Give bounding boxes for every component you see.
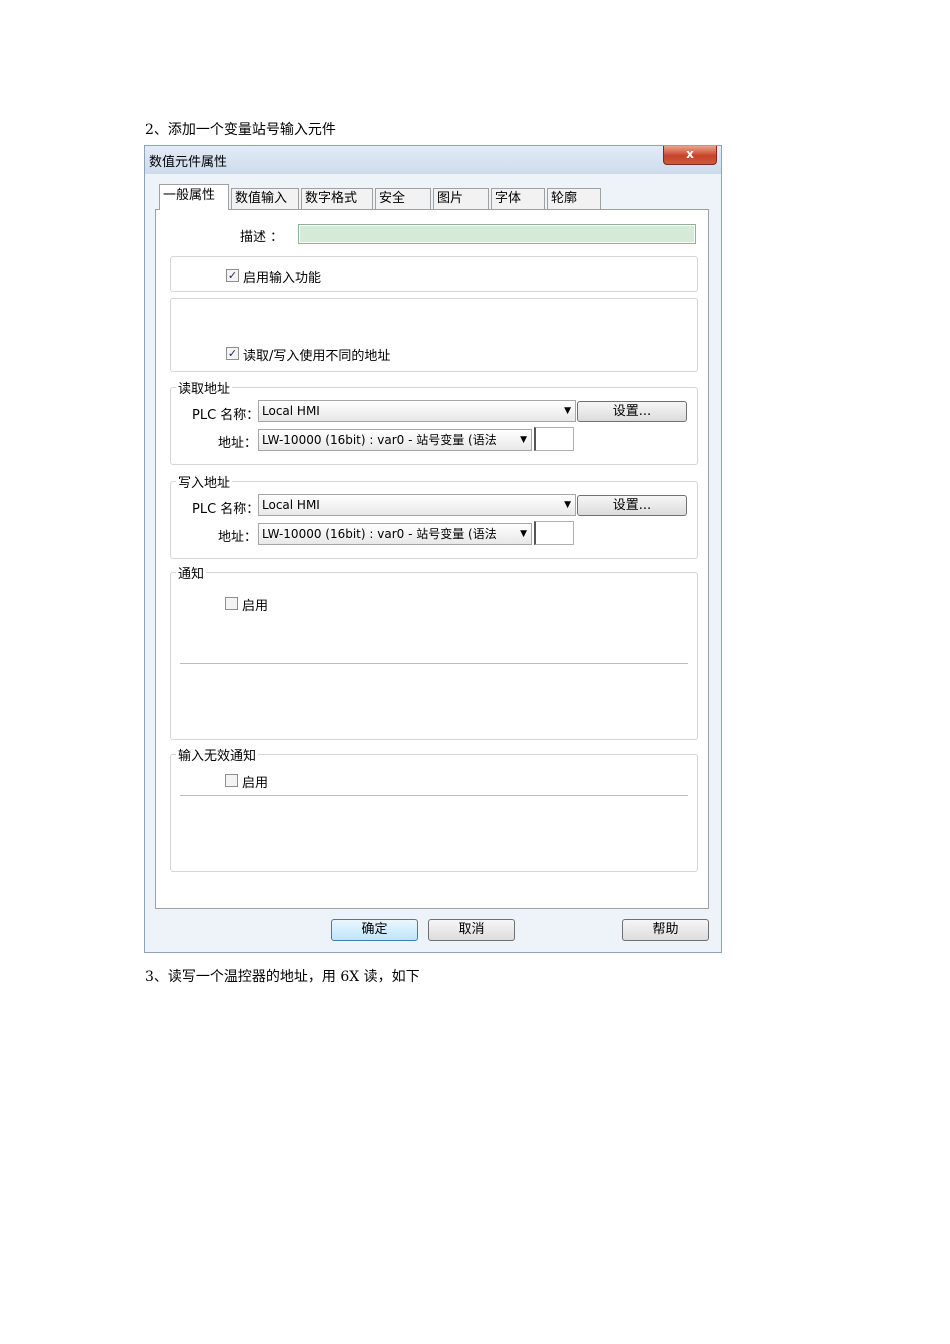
cancel-button[interactable]: 取消 [428,919,515,941]
tab-security[interactable]: 安全 [375,188,431,209]
write-address-value: LW-10000 (16bit) : var0 - 站号变量 (语法 [262,527,497,541]
read-address-value: LW-10000 (16bit) : var0 - 站号变量 (语法 [262,433,497,447]
invalid-notify-enable-label: 启用 [242,776,269,791]
write-plc-value: Local HMI [262,498,320,512]
tab-numeric-input[interactable]: 数值输入 [231,188,299,209]
read-address-extra-input[interactable] [534,427,574,451]
diff-address-label: 读取/写入使用不同的地址 [243,349,391,364]
write-address-group [170,481,698,559]
title-bar[interactable]: 数值元件属性 x [145,146,721,174]
dialog-title: 数值元件属性 [149,155,228,170]
step-2-text: 2、添加一个变量站号输入元件 [145,122,336,138]
close-button[interactable]: x [663,146,717,165]
notify-enable-label: 启用 [242,599,269,614]
write-address-dropdown[interactable]: LW-10000 (16bit) : var0 - 站号变量 (语法 ▼ [258,523,532,545]
read-address-title: 读取地址 [176,378,233,397]
description-label: 描述 ： [240,230,284,245]
step-3-text: 3、读写一个温控器的地址，用 6X 读，如下 [145,969,420,985]
checkmark-icon: ✓ [227,347,238,360]
close-icon: x [686,147,694,161]
read-plc-label: PLC 名称： [192,408,260,423]
tab-picture[interactable]: 图片 [433,188,489,209]
tab-number-format[interactable]: 数字格式 [301,188,373,209]
read-settings-button[interactable]: 设置... [577,401,687,422]
invalid-notify-divider [180,795,688,796]
general-tab-panel: 描述 ： ✓ 启用输入功能 ✓ 读取/写入使用不同的地址 读取地址 PLC 名称… [155,209,709,909]
diff-address-checkbox[interactable]: ✓ [226,347,239,360]
write-plc-dropdown[interactable]: Local HMI ▼ [258,494,576,516]
read-plc-dropdown[interactable]: Local HMI ▼ [258,400,576,422]
chevron-down-icon: ▼ [520,435,527,445]
tab-general[interactable]: 一般属性 [159,184,229,210]
chevron-down-icon: ▼ [564,500,571,510]
notify-enable-checkbox[interactable] [225,597,238,610]
chevron-down-icon: ▼ [520,529,527,539]
checkmark-icon: ✓ [227,269,238,282]
write-settings-button[interactable]: 设置... [577,495,687,516]
read-address-label: 地址： [218,436,258,451]
notify-divider [180,663,688,664]
tab-outline[interactable]: 轮廓 [547,188,601,209]
write-address-extra-input[interactable] [534,521,574,545]
tab-font[interactable]: 字体 [491,188,545,209]
write-address-label: 地址： [218,530,258,545]
ok-button[interactable]: 确定 [331,919,418,941]
read-plc-value: Local HMI [262,404,320,418]
enable-input-group: ✓ 启用输入功能 [170,256,698,292]
numeric-element-properties-dialog: 数值元件属性 x 一般属性 数值输入 数字格式 安全 图片 字体 轮廓 描述 ：… [144,145,722,953]
invalid-notify-title: 输入无效通知 [176,745,259,764]
read-address-dropdown[interactable]: LW-10000 (16bit) : var0 - 站号变量 (语法 ▼ [258,429,532,451]
notify-title: 通知 [176,563,207,582]
help-button[interactable]: 帮助 [622,919,709,941]
enable-input-checkbox[interactable]: ✓ [226,269,239,282]
write-plc-label: PLC 名称： [192,502,260,517]
chevron-down-icon: ▼ [564,406,571,416]
enable-input-label: 启用输入功能 [243,271,322,286]
write-address-title: 写入地址 [176,472,233,491]
read-address-group [170,387,698,465]
invalid-notify-enable-checkbox[interactable] [225,774,238,787]
description-input[interactable] [298,224,696,244]
diff-address-group: ✓ 读取/写入使用不同的地址 [170,298,698,372]
